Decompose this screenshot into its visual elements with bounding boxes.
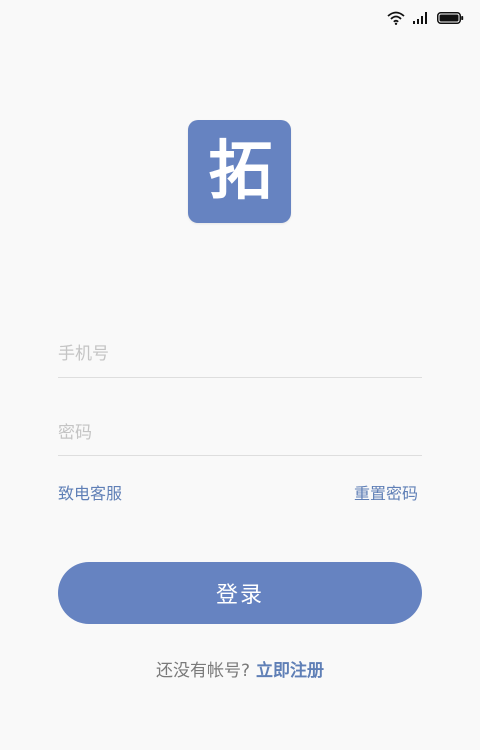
login-button[interactable]: 登录: [58, 562, 422, 624]
battery-icon: [437, 12, 464, 24]
status-bar: [0, 0, 480, 36]
signal-icon: [413, 12, 429, 24]
register-link[interactable]: 立即注册: [256, 661, 324, 681]
reset-password-link[interactable]: 重置密码: [354, 480, 418, 504]
contact-service-link[interactable]: 致电客服: [58, 480, 122, 504]
app-logo: 拓: [188, 120, 291, 223]
logo-char: 拓: [208, 134, 273, 209]
password-input[interactable]: [58, 410, 422, 455]
password-field-wrapper: [58, 410, 422, 456]
register-row: 还没有帐号? 立即注册: [0, 656, 480, 681]
phone-input[interactable]: [58, 330, 422, 377]
phone-field-wrapper: [58, 330, 422, 378]
wifi-icon: [387, 11, 405, 25]
status-icons: [387, 11, 464, 25]
register-prompt: 还没有帐号?: [155, 661, 251, 681]
